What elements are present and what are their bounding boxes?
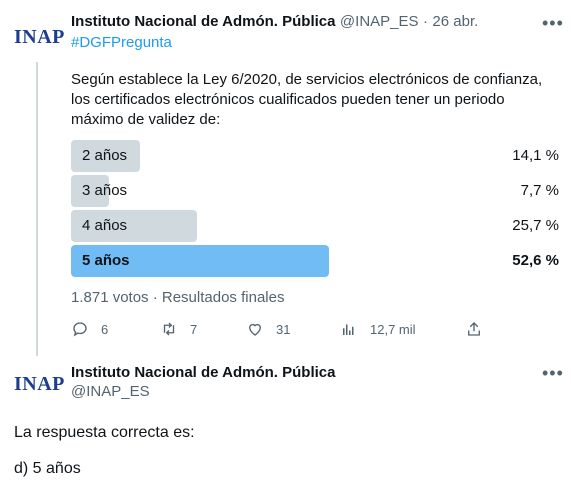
poll-option-percent: 7,7 % — [520, 182, 559, 199]
share-button[interactable] — [465, 320, 483, 338]
tweet-text-line: Según establece la Ley 6/2020, de servic… — [71, 71, 543, 88]
poll-option-percent: 25,7 % — [512, 217, 559, 234]
poll-footer: 1.871 votos · Resultados finales — [71, 289, 285, 306]
views-count: 12,7 mil — [370, 321, 416, 337]
hashtag-link[interactable]: #DGFPregunta — [71, 34, 172, 51]
tweet-date[interactable]: 26 abr. — [432, 13, 478, 30]
reply-button[interactable]: 6 — [71, 320, 108, 338]
tweet-header: Instituto Nacional de Admón. Pública @IN… — [71, 13, 478, 31]
reply-author-handle[interactable]: @INAP_ES — [71, 383, 150, 400]
like-button[interactable]: 31 — [246, 320, 290, 338]
header-separator: · — [422, 13, 428, 30]
reply-avatar[interactable]: INAP — [14, 372, 64, 396]
reply-icon — [73, 322, 87, 337]
poll-option-label: 4 años — [82, 217, 128, 234]
reply-text-line: La respuesta correcta es: — [14, 424, 195, 441]
poll-option-percent: 52,6 % — [512, 252, 559, 269]
views-button[interactable]: 12,7 mil — [340, 320, 416, 338]
poll-option-label: 3 años — [82, 182, 128, 199]
poll-option: 2 años 14,1 % — [71, 140, 561, 172]
retweet-button[interactable]: 7 — [160, 320, 197, 338]
author-name[interactable]: Instituto Nacional de Admón. Pública — [71, 13, 335, 30]
poll-option-percent: 14,1 % — [512, 147, 559, 164]
reply-more-icon[interactable]: ••• — [542, 364, 564, 382]
poll-option-winner: 5 años 52,6 % — [71, 245, 561, 277]
reply-count: 6 — [101, 321, 109, 337]
poll-option-label: 5 años — [82, 252, 130, 269]
poll-option-label: 2 años — [82, 147, 128, 164]
like-icon — [249, 323, 261, 336]
poll-option: 4 años 25,7 % — [71, 210, 561, 242]
retweet-count: 7 — [190, 321, 198, 337]
like-count: 31 — [276, 321, 291, 337]
share-icon — [468, 322, 480, 336]
views-icon — [343, 324, 354, 335]
retweet-icon — [163, 322, 175, 336]
tweet-text-line: los certificados electrónicos cualificad… — [71, 91, 505, 108]
thread-line — [36, 62, 38, 356]
avatar[interactable]: INAP — [14, 25, 64, 49]
author-handle[interactable]: @INAP_ES — [340, 13, 419, 30]
reply-text-line: d) 5 años — [14, 460, 81, 477]
tweet-text-line: máximo de validez de: — [71, 111, 221, 128]
tweet-text: Según establece la Ley 6/2020, de servic… — [71, 70, 561, 130]
reply-author-name[interactable]: Instituto Nacional de Admón. Pública — [71, 364, 335, 381]
poll-option: 3 años 7,7 % — [71, 175, 561, 207]
more-icon[interactable]: ••• — [542, 14, 564, 32]
